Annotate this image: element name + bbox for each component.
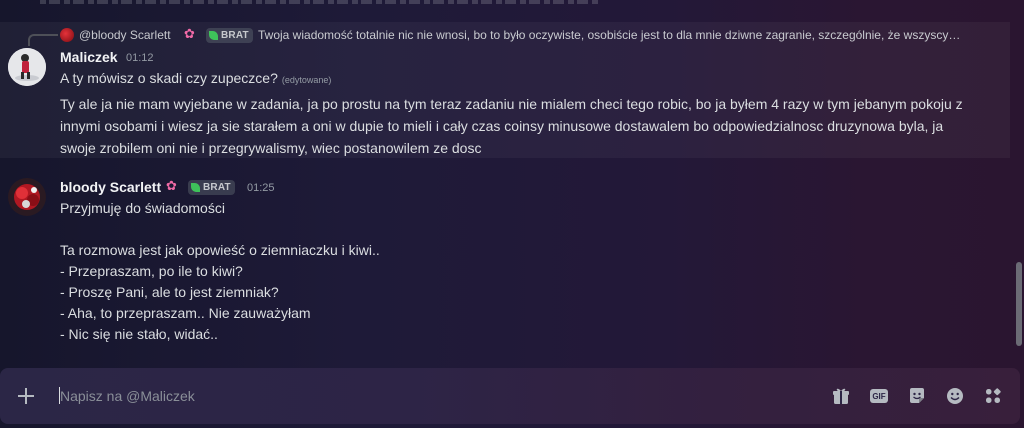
leaf-icon <box>191 183 200 192</box>
message-line: swoje zrobilem oni nie i przegrywalismy,… <box>60 140 482 156</box>
text-caret <box>59 387 60 404</box>
avatar-bloody-scarlett[interactable] <box>8 178 46 216</box>
scroll-thumb[interactable] <box>1016 262 1022 346</box>
chat-scrollbar[interactable] <box>1014 0 1024 360</box>
message-line: - Aha, to przepraszam.. Nie zauważyłam <box>60 305 311 321</box>
message-line: innymi osobami i wiesz ja sie starałem a… <box>60 118 944 134</box>
previous-message-clipped <box>0 0 1024 10</box>
message-author[interactable]: bloody Scarlett <box>60 179 161 195</box>
message-maliczek[interactable]: @bloody Scarlett ✿ BRAT Twoja wiadomość … <box>0 22 1010 158</box>
reply-tag-label: BRAT <box>221 30 249 41</box>
reply-avatar[interactable] <box>60 28 74 42</box>
flower-icon: ✿ <box>184 26 195 41</box>
message-timestamp[interactable]: 01:25 <box>247 182 275 194</box>
reply-spine <box>28 34 58 46</box>
flower-icon: ✿ <box>166 178 177 193</box>
message-line: Przyjmuję do świadomości <box>60 200 225 216</box>
reply-author[interactable]: @bloody Scarlett <box>79 28 171 42</box>
message-composer: GIF <box>0 368 1020 424</box>
message-input[interactable] <box>58 382 760 410</box>
reply-preview[interactable]: @bloody Scarlett ✿ BRAT Twoja wiadomość … <box>0 22 1010 46</box>
message-line: A ty mówisz o skadi czy zupeczce? (edytow… <box>60 67 331 91</box>
plus-icon[interactable] <box>14 384 38 408</box>
message-timestamp[interactable]: 01:12 <box>126 52 154 64</box>
reply-text[interactable]: Twoja wiadomość totalnie nic nie wnosi, … <box>258 28 960 42</box>
gif-label: GIF <box>870 389 888 403</box>
message-author[interactable]: Maliczek <box>60 49 118 65</box>
message-line: Ty ale ja nie mam wyjebane w zadania, ja… <box>60 96 963 112</box>
message-bloody-scarlett[interactable]: bloody Scarlett ✿ BRAT 01:25 Przyjmuję d… <box>0 172 1010 352</box>
edited-label: (edytowane) <box>281 75 332 85</box>
avatar-maliczek[interactable] <box>8 48 46 86</box>
emoji-icon[interactable] <box>943 384 967 408</box>
leaf-icon <box>209 31 218 40</box>
gif-icon[interactable]: GIF <box>867 384 891 408</box>
sticker-icon[interactable] <box>905 384 929 408</box>
reply-role-tag[interactable]: BRAT <box>206 28 253 43</box>
gift-icon[interactable] <box>829 384 853 408</box>
apps-icon[interactable] <box>981 384 1005 408</box>
role-tag[interactable]: BRAT <box>188 180 235 195</box>
message-line: - Przepraszam, po ile to kiwi? <box>60 263 243 279</box>
message-line: - Proszę Pani, ale to jest ziemniak? <box>60 284 279 300</box>
message-text: A ty mówisz o skadi czy zupeczce? <box>60 70 278 86</box>
message-line: - Nic się nie stało, widać.. <box>60 326 218 342</box>
role-tag-label: BRAT <box>203 182 231 193</box>
message-line: Ta rozmowa jest jak opowieść o ziemniacz… <box>60 242 380 258</box>
